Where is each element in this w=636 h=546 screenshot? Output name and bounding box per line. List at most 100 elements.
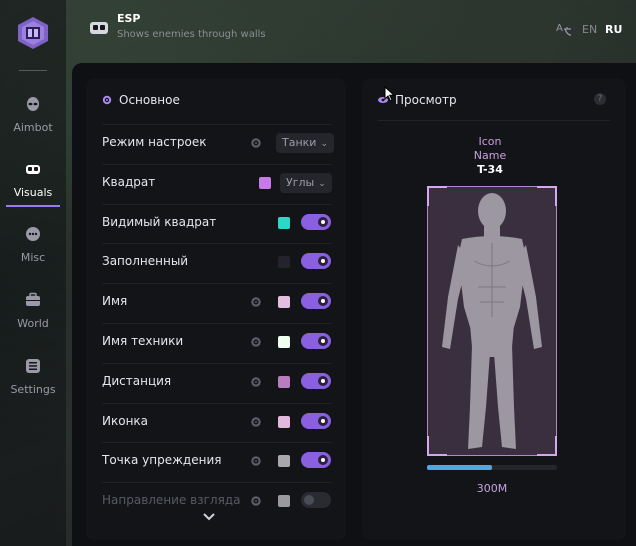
box-corner [427, 436, 429, 456]
setting-label: Заполненный [102, 254, 189, 269]
gear-icon[interactable] [250, 376, 262, 388]
mode-select[interactable]: Танки ⌄ [276, 133, 334, 153]
mouse-cursor-icon [384, 86, 396, 102]
briefcase-icon [26, 292, 40, 306]
color-swatch[interactable] [278, 296, 290, 309]
color-swatch[interactable] [278, 495, 290, 508]
toggle-switch[interactable] [301, 452, 331, 469]
esp-name-label: Name [473, 149, 507, 162]
logo [18, 17, 48, 49]
toggle-knob [318, 415, 328, 426]
color-swatch[interactable] [259, 176, 271, 189]
esp-vehicle-label: T-34 [477, 163, 503, 176]
distance-label: 300M [476, 482, 508, 495]
setting-label: Имя техники [102, 334, 184, 348]
setting-label: Дистанция [102, 373, 172, 388]
gear-icon[interactable] [250, 495, 262, 507]
setting-row: Дистанция [102, 362, 332, 400]
setting-row: Имя [102, 283, 332, 320]
box-corner [427, 454, 447, 456]
chevron-down-icon: ⌄ [318, 178, 326, 189]
divider [378, 120, 610, 121]
toggle-knob [318, 336, 328, 346]
sidebar-item-label: Settings [10, 383, 56, 396]
page-title: ESP [117, 12, 141, 25]
select-value: Углы [286, 175, 315, 189]
box-corner [427, 186, 429, 206]
setting-label: Имя [102, 294, 128, 309]
box-corner [537, 186, 557, 188]
toggle-switch[interactable] [301, 293, 331, 310]
box-corner [555, 436, 557, 456]
lang-ru-button[interactable]: RU [605, 23, 622, 36]
toggle-switch[interactable] [301, 412, 331, 429]
page-subtitle: Shows enemies through walls [117, 29, 266, 40]
toggle-switch[interactable] [301, 213, 331, 230]
toggle-knob [318, 296, 328, 307]
preview-title: Просмотр [395, 93, 457, 107]
setting-row: Имя техники [102, 323, 332, 360]
gear-icon[interactable] [250, 137, 262, 149]
color-swatch[interactable] [278, 216, 290, 229]
distance-bar [427, 465, 557, 470]
setting-label: Направление взгляда [102, 493, 241, 508]
sidebar-item-world[interactable]: World [0, 286, 66, 342]
toggle-knob [318, 256, 328, 267]
esp-box-preview [427, 186, 557, 456]
setting-label: Точка упреждения [102, 453, 222, 468]
color-swatch[interactable] [278, 256, 290, 269]
gear-icon[interactable] [250, 296, 262, 308]
goggles-icon [26, 165, 40, 174]
box-corner [427, 186, 447, 188]
box-corner [537, 454, 557, 456]
dots-icon [26, 227, 40, 241]
sidebar: Aimbot Visuals Misc World Settings [0, 0, 66, 546]
toggle-knob [318, 455, 328, 466]
toggle-knob [304, 495, 314, 506]
toggle-switch[interactable] [301, 333, 331, 349]
color-swatch[interactable] [278, 415, 290, 428]
select-value: Танки [282, 136, 317, 149]
color-swatch[interactable] [278, 455, 290, 468]
sidebar-item-label: World [17, 317, 49, 330]
svg-text:A: A [556, 23, 563, 34]
sidebar-item-visuals[interactable]: Visuals [0, 155, 66, 211]
setting-row: Режим настроек Танки ⌄ [102, 124, 334, 161]
logo-divider [19, 70, 47, 71]
chevron-down-icon[interactable] [202, 512, 216, 522]
setting-label: Режим настроек [102, 135, 207, 149]
toggle-switch[interactable] [301, 253, 331, 270]
setting-row: Видимый квадрат [102, 203, 332, 241]
toggle-switch[interactable] [301, 372, 331, 389]
mode-select[interactable]: Углы ⌄ [280, 172, 332, 193]
sidebar-item-label: Visuals [13, 186, 53, 199]
setting-row: Квадрат Углы ⌄ [102, 163, 332, 201]
setting-label: Иконка [102, 413, 149, 428]
distance-bar-fill [427, 465, 492, 470]
esp-icon-label: Icon [478, 135, 502, 148]
character-model [442, 193, 542, 449]
toggle-switch[interactable] [301, 492, 331, 509]
setting-row: Направление взгляда [102, 482, 332, 519]
sidebar-item-aimbot[interactable]: Aimbot [0, 90, 66, 146]
list-icon [26, 359, 40, 373]
gear-icon[interactable] [250, 455, 262, 467]
sidebar-item-settings[interactable]: Settings [0, 352, 66, 408]
lang-en-button[interactable]: EN [582, 23, 597, 36]
sidebar-item-label: Aimbot [13, 121, 53, 134]
sidebar-item-label: Misc [20, 251, 46, 264]
translate-icon[interactable]: A [556, 21, 572, 37]
sidebar-item-misc[interactable]: Misc [0, 220, 66, 276]
alien-icon [27, 97, 39, 111]
toggle-knob [318, 375, 328, 386]
gear-icon[interactable] [250, 336, 262, 348]
box-corner [555, 186, 557, 206]
chevron-down-icon: ⌄ [320, 139, 328, 149]
setting-label: Видимый квадрат [102, 214, 217, 229]
help-icon[interactable]: ? [594, 93, 606, 105]
color-swatch[interactable] [278, 375, 290, 388]
gear-icon [102, 95, 112, 105]
color-swatch[interactable] [278, 336, 290, 348]
gear-icon[interactable] [250, 416, 262, 428]
toggle-knob [318, 216, 328, 227]
